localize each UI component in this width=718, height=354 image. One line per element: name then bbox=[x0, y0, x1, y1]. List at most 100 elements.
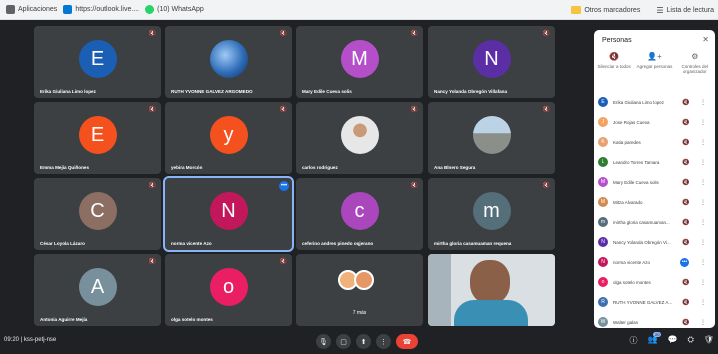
participant-tile[interactable]: c 🔇 ceferino andres pinedo oqjerano bbox=[296, 178, 423, 250]
more-options-icon[interactable]: ⋮ bbox=[700, 179, 706, 186]
more-options-icon[interactable]: ⋮ bbox=[700, 159, 706, 166]
bookmark-whatsapp[interactable]: (10) WhatsApp bbox=[145, 5, 204, 14]
action-label: Silenciar a todos bbox=[597, 64, 631, 69]
participant-tile[interactable]: o 🔇 olga sotelo montes bbox=[165, 254, 292, 326]
participant-name: Katia paredes bbox=[613, 139, 641, 145]
participant-row[interactable]: m mirtha gloria casamuaman... 🔇 ⋮ bbox=[594, 212, 715, 232]
avatar: m bbox=[472, 191, 511, 230]
mic-off-icon: 🔇 bbox=[682, 319, 690, 326]
panel-title: Personas bbox=[602, 37, 632, 44]
other-bookmarks[interactable]: Otros marcadores bbox=[571, 6, 640, 14]
camera-button[interactable]: ▢ bbox=[336, 334, 351, 349]
mic-off-icon: 🔇 bbox=[410, 31, 418, 37]
more-options-button[interactable]: ⋮ bbox=[376, 334, 391, 349]
mic-off-icon: 🔇 bbox=[682, 99, 690, 106]
people-button[interactable]: 👥 20 bbox=[648, 332, 662, 346]
participant-name: mirtha gloria casamuaman requena bbox=[434, 241, 512, 246]
more-options-icon[interactable]: ⋮ bbox=[700, 99, 706, 106]
bookmark-apps[interactable]: Aplicaciones bbox=[6, 5, 57, 14]
avatar: A bbox=[78, 267, 117, 306]
mute-all-icon: 🔇 bbox=[609, 52, 620, 61]
participant-row[interactable]: W Walter galan 🔇 ⋮ bbox=[594, 312, 715, 328]
avatar: o bbox=[209, 267, 248, 306]
more-options-icon[interactable]: ⋮ bbox=[700, 259, 706, 266]
participant-tile[interactable]: N ••• norma vicente Azo bbox=[163, 176, 294, 252]
bookmark-label: Aplicaciones bbox=[18, 6, 58, 13]
participant-row[interactable]: K Katia paredes 🔇 ⋮ bbox=[594, 132, 715, 152]
participant-name: RUTH YVONNE GALVEZ ARGOMEDO bbox=[171, 89, 253, 94]
avatar: N bbox=[209, 191, 248, 230]
participant-tile[interactable]: C 🔇 César Loyola Lázaro bbox=[34, 178, 161, 250]
avatar: M bbox=[598, 177, 608, 187]
participant-tile[interactable]: y 🔇 yebira Morcón bbox=[165, 102, 292, 174]
participant-row[interactable]: R RUTH YVONNE GALVEZ A... 🔇 ⋮ bbox=[594, 292, 715, 312]
avatar: y bbox=[209, 115, 248, 154]
participant-row[interactable]: E Erika Giuliana Limo lopez 🔇 ⋮ bbox=[594, 92, 715, 112]
mic-off-icon: 🔇 bbox=[682, 119, 690, 126]
chat-icon[interactable]: 💬 bbox=[667, 335, 677, 346]
more-options-icon[interactable]: ⋮ bbox=[700, 279, 706, 286]
bookmarks-bar: Aplicaciones https://outlook.live.... (1… bbox=[0, 0, 718, 20]
avatar: N bbox=[472, 39, 511, 78]
participant-tile[interactable]: E 🔇 Emma Mejía Quiñones bbox=[34, 102, 161, 174]
participant-tile[interactable]: 🔇 carlos rodriguez bbox=[296, 102, 423, 174]
mic-off-icon: 🔇 bbox=[148, 259, 156, 265]
participant-row[interactable]: L Leandro Torres Tamara 🔇 ⋮ bbox=[594, 152, 715, 172]
participant-tile[interactable]: A 🔇 Antonia Aguirre Mejía bbox=[34, 254, 161, 326]
mic-off-icon: 🔇 bbox=[682, 199, 690, 206]
participant-tile[interactable]: N 🔇 Nancy Yolanda Obregón Villafana bbox=[428, 26, 555, 98]
participant-tile[interactable]: 7 más bbox=[296, 254, 423, 326]
participant-tile[interactable]: 🔇 Ana Blnero Segura bbox=[428, 102, 555, 174]
avatar: K bbox=[598, 137, 608, 147]
close-icon[interactable]: ✕ bbox=[702, 35, 709, 44]
participant-tile[interactable]: m 🔇 mirtha gloria casamuaman requena bbox=[428, 178, 555, 250]
more-options-icon[interactable]: ⋮ bbox=[700, 319, 706, 326]
more-options-icon[interactable]: ⋮ bbox=[700, 239, 706, 246]
avatar: E bbox=[598, 97, 608, 107]
leave-call-button[interactable]: ☎ bbox=[396, 334, 418, 349]
mic-button[interactable]: 🎙 bbox=[316, 334, 331, 349]
participant-tile[interactable]: 🔇 RUTH YVONNE GALVEZ ARGOMEDO bbox=[165, 26, 292, 98]
mic-off-icon: 🔇 bbox=[279, 107, 287, 113]
avatar: L bbox=[598, 157, 608, 167]
participant-row[interactable]: N Nancy Yolanda Obregón Vi... 🔇 ⋮ bbox=[594, 232, 715, 252]
participant-tile[interactable] bbox=[428, 254, 555, 326]
whatsapp-icon bbox=[145, 5, 155, 14]
host-controls-icon[interactable]: 🛡 bbox=[704, 335, 714, 346]
mic-off-icon: 🔇 bbox=[682, 179, 690, 186]
participant-row[interactable]: J Jose Rojas Cueva 🔇 ⋮ bbox=[594, 112, 715, 132]
participant-tile[interactable]: E 🔇 Erika Giuliana Limo lopez bbox=[34, 26, 161, 98]
outlook-icon bbox=[63, 5, 73, 14]
mic-off-icon: 🔇 bbox=[410, 107, 418, 113]
host-controls-button[interactable]: ⚙ Controles del organizador bbox=[677, 52, 713, 88]
participant-name: carlos rodriguez bbox=[302, 165, 338, 170]
avatar-photo bbox=[354, 270, 374, 290]
avatar: m bbox=[598, 217, 608, 227]
more-options-icon[interactable]: ⋮ bbox=[700, 299, 706, 306]
participant-row[interactable]: Nnorma vicente Azo ••• ⋮ bbox=[594, 252, 715, 272]
participant-row[interactable]: M Mary Edile Cueva solis 🔇 ⋮ bbox=[594, 172, 715, 192]
avatar: J bbox=[598, 117, 608, 127]
more-options-icon[interactable]: ⋮ bbox=[700, 139, 706, 146]
avatar: E bbox=[78, 39, 117, 78]
more-options-icon[interactable]: ⋮ bbox=[700, 199, 706, 206]
more-icon: ⋮ bbox=[380, 338, 387, 346]
add-person-icon: 👤+ bbox=[647, 52, 662, 61]
more-options-icon[interactable]: ⋮ bbox=[700, 219, 706, 226]
present-button[interactable]: ⬆ bbox=[356, 334, 371, 349]
participant-row[interactable]: o olga sotelo montes 🔇 ⋮ bbox=[594, 272, 715, 292]
add-people-button[interactable]: 👤+ Agregar personas bbox=[636, 52, 673, 88]
more-options-icon[interactable]: ⋮ bbox=[700, 119, 706, 126]
present-icon: ⬆ bbox=[360, 338, 367, 346]
participant-row[interactable]: M Mitza Alvarado 🔇 ⋮ bbox=[594, 192, 715, 212]
mute-all-button[interactable]: 🔇 Silenciar a todos bbox=[596, 52, 632, 88]
reading-list[interactable]: ☰ Lista de lectura bbox=[656, 6, 714, 15]
participant-tile[interactable]: M 🔇 Mary Edile Cueva solis bbox=[296, 26, 423, 98]
mic-off-icon: 🔇 bbox=[542, 31, 550, 37]
participant-name: norma vicente Azo bbox=[613, 259, 651, 265]
info-icon[interactable]: ⓘ bbox=[630, 335, 638, 346]
activities-icon[interactable]: ⛭ bbox=[687, 335, 693, 346]
bookmark-outlook[interactable]: https://outlook.live.... bbox=[63, 5, 139, 14]
action-label: Agregar personas bbox=[636, 64, 673, 69]
avatar-photo bbox=[340, 115, 379, 154]
